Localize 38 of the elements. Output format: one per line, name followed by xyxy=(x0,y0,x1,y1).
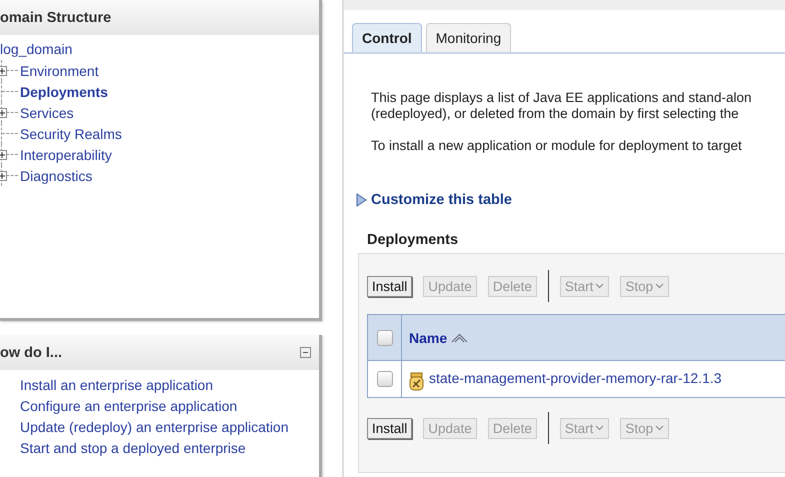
description-text: To install a new application or module for deployment to target xyxy=(371,138,743,154)
panel-title: ow do I... xyxy=(0,344,62,360)
table-title: Deployments xyxy=(367,232,460,248)
select-all-checkbox[interactable] xyxy=(376,330,392,346)
toolbar-button[interactable]: Install xyxy=(367,276,412,296)
expand-icon[interactable] xyxy=(0,108,7,118)
tree-item[interactable]: Diagnostics xyxy=(20,168,92,184)
tree-item[interactable]: Services xyxy=(20,104,74,120)
tree-item[interactable]: Security Realms xyxy=(20,126,122,142)
help-link[interactable]: Configure an enterprise application xyxy=(20,397,299,415)
expand-icon[interactable] xyxy=(0,66,7,76)
column-header[interactable]: Name xyxy=(409,330,468,346)
tree-item[interactable]: Environment xyxy=(20,62,99,78)
tree-root-link[interactable]: log_domain xyxy=(0,39,319,60)
toolbar-button[interactable]: Install xyxy=(367,418,412,438)
customize-link[interactable]: Customize this table xyxy=(356,192,785,208)
jar-icon xyxy=(409,372,424,391)
expand-icon[interactable] xyxy=(0,171,7,181)
sort-icon xyxy=(451,332,468,342)
tab[interactable]: Control xyxy=(352,23,422,52)
caret-icon xyxy=(655,283,664,289)
help-link[interactable]: Install an enterprise application xyxy=(20,376,299,394)
description-text: (redeployed), or deleted from the domain by first selecting the xyxy=(371,106,740,122)
caret-icon xyxy=(595,425,604,431)
caret-icon xyxy=(595,283,604,289)
description-text: This page displays a list of Java EE applications and stand-alon xyxy=(371,90,752,106)
panel-title: omain Structure xyxy=(0,10,112,26)
help-link[interactable]: Update (redeploy) an enterprise application xyxy=(20,418,299,436)
triangle-icon xyxy=(356,193,367,207)
collapse-icon[interactable] xyxy=(300,347,311,358)
row-checkbox[interactable] xyxy=(376,371,392,387)
deployment-link[interactable]: state-management-provider-memory-rar-12.1.3 xyxy=(429,370,722,386)
tab[interactable]: Monitoring xyxy=(426,23,512,52)
tree-item[interactable]: Interoperability xyxy=(20,146,112,162)
expand-icon[interactable] xyxy=(0,150,7,160)
caret-icon xyxy=(655,425,664,431)
tree-item[interactable]: Deployments xyxy=(20,84,108,100)
help-link[interactable]: Start and stop a deployed enterprise xyxy=(20,439,299,457)
